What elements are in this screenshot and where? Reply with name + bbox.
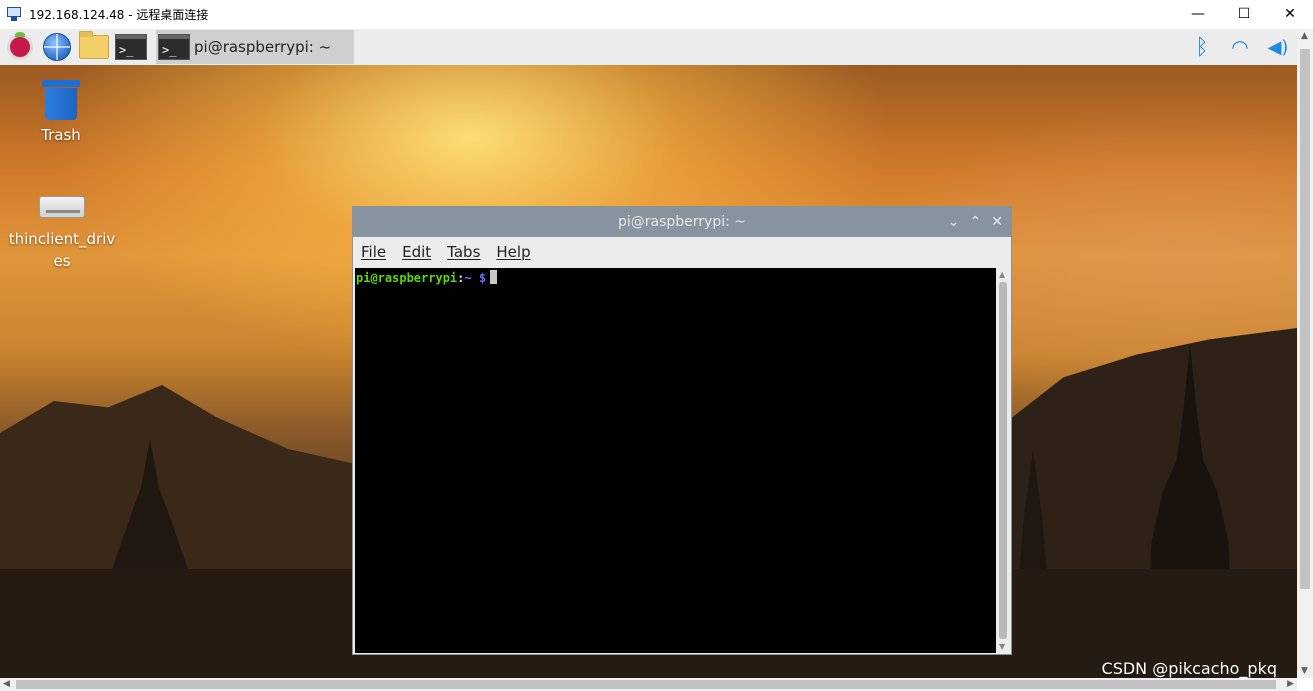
rdp-app-icon — [7, 6, 23, 22]
rdp-close-button[interactable]: ✕ — [1267, 0, 1313, 28]
terminal-cursor — [490, 270, 498, 284]
trash-icon — [42, 80, 80, 120]
scroll-right-arrow-icon[interactable]: ▶ — [1287, 679, 1294, 689]
scroll-up-icon[interactable]: ▲ — [999, 270, 1005, 279]
remote-desktop: >_ >_ pi@raspberrypi: ~ ᛒ ◠ ◀) Trash thi… — [0, 29, 1297, 678]
terminal-menubar: File Edit Tabs Help — [353, 237, 1011, 267]
top-panel: >_ >_ pi@raspberrypi: ~ ᛒ ◠ ◀) — [0, 29, 1297, 65]
rdp-maximize-button[interactable]: ☐ — [1221, 0, 1267, 28]
prompt-user: pi@raspberrypi — [356, 271, 458, 285]
desktop-icon-label: thinclient_drives — [8, 230, 116, 270]
shell-prompt: pi@raspberrypi:~ $ — [355, 268, 996, 287]
scroll-up-arrow-icon[interactable]: ▲ — [1301, 31, 1308, 41]
scroll-down-arrow-icon[interactable]: ▼ — [1301, 666, 1308, 676]
rdp-window-title: 192.168.124.48 - 远程桌面连接 — [29, 7, 209, 22]
terminal-scrollbar-thumb[interactable] — [999, 282, 1007, 639]
terminal-window: pi@raspberrypi: ~ ⌄ ⌃ ✕ File Edit Tabs H… — [352, 206, 1012, 655]
menu-file[interactable]: File — [361, 243, 386, 261]
terminal-launcher-icon[interactable]: >_ — [114, 30, 148, 64]
menu-tabs[interactable]: Tabs — [447, 243, 480, 261]
menu-edit[interactable]: Edit — [402, 243, 431, 261]
rdp-titlebar: 192.168.124.48 - 远程桌面连接 — ☐ ✕ — [0, 0, 1313, 28]
terminal-task-icon: >_ — [158, 34, 190, 60]
raspberry-menu-icon[interactable] — [3, 30, 37, 64]
watermark: CSDN @pikcacho_pkq — [1101, 659, 1277, 678]
menu-help[interactable]: Help — [496, 243, 530, 261]
volume-icon[interactable]: ◀) — [1259, 37, 1297, 58]
desktop-icon-label: Trash — [41, 126, 81, 144]
terminal-minimize-button[interactable]: ⌄ — [948, 214, 960, 230]
web-browser-icon[interactable] — [40, 30, 74, 64]
terminal-output[interactable]: pi@raspberrypi:~ $ — [355, 268, 996, 653]
taskbar-terminal-button[interactable]: >_ pi@raspberrypi: ~ — [156, 30, 354, 64]
prompt-path: ~ $ — [464, 271, 487, 285]
file-manager-icon[interactable] — [77, 30, 111, 64]
scroll-left-arrow-icon[interactable]: ◀ — [3, 679, 10, 689]
rdp-vertical-scrollbar[interactable]: ▲ ▼ — [1297, 29, 1313, 678]
rdp-vscroll-thumb[interactable] — [1300, 49, 1310, 589]
terminal-close-button[interactable]: ✕ — [991, 214, 1003, 230]
scroll-down-icon[interactable]: ▼ — [999, 642, 1005, 651]
wifi-icon[interactable]: ◠ — [1221, 35, 1259, 59]
drive-icon — [39, 196, 85, 218]
terminal-title: pi@raspberrypi: ~ — [617, 214, 747, 230]
terminal-maximize-button[interactable]: ⌃ — [970, 214, 982, 230]
rdp-hscroll-thumb[interactable] — [16, 680, 1276, 689]
terminal-scrollbar[interactable]: ▲ ▼ — [997, 268, 1009, 653]
desktop-icon-thinclient-drives[interactable]: thinclient_drives — [6, 196, 118, 272]
bluetooth-icon[interactable]: ᛒ — [1183, 35, 1221, 60]
rdp-minimize-button[interactable]: — — [1175, 0, 1221, 28]
taskbar-terminal-label: pi@raspberrypi: ~ — [194, 38, 332, 56]
rdp-horizontal-scrollbar[interactable]: ◀ ▶ — [0, 678, 1297, 691]
desktop-icon-trash[interactable]: Trash — [6, 80, 116, 144]
terminal-titlebar[interactable]: pi@raspberrypi: ~ ⌄ ⌃ ✕ — [353, 207, 1011, 237]
